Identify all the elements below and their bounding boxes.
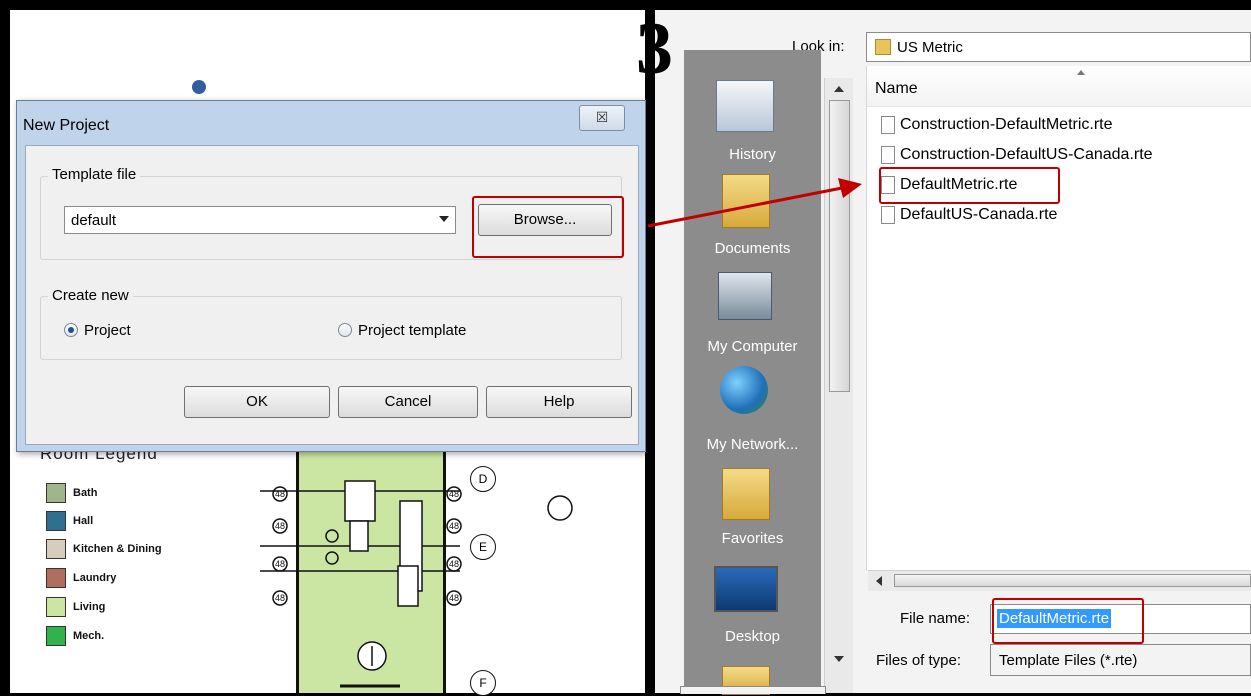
arrow-line <box>647 186 843 228</box>
arrow-head <box>838 178 862 198</box>
red-arrow-overlay <box>647 178 862 228</box>
